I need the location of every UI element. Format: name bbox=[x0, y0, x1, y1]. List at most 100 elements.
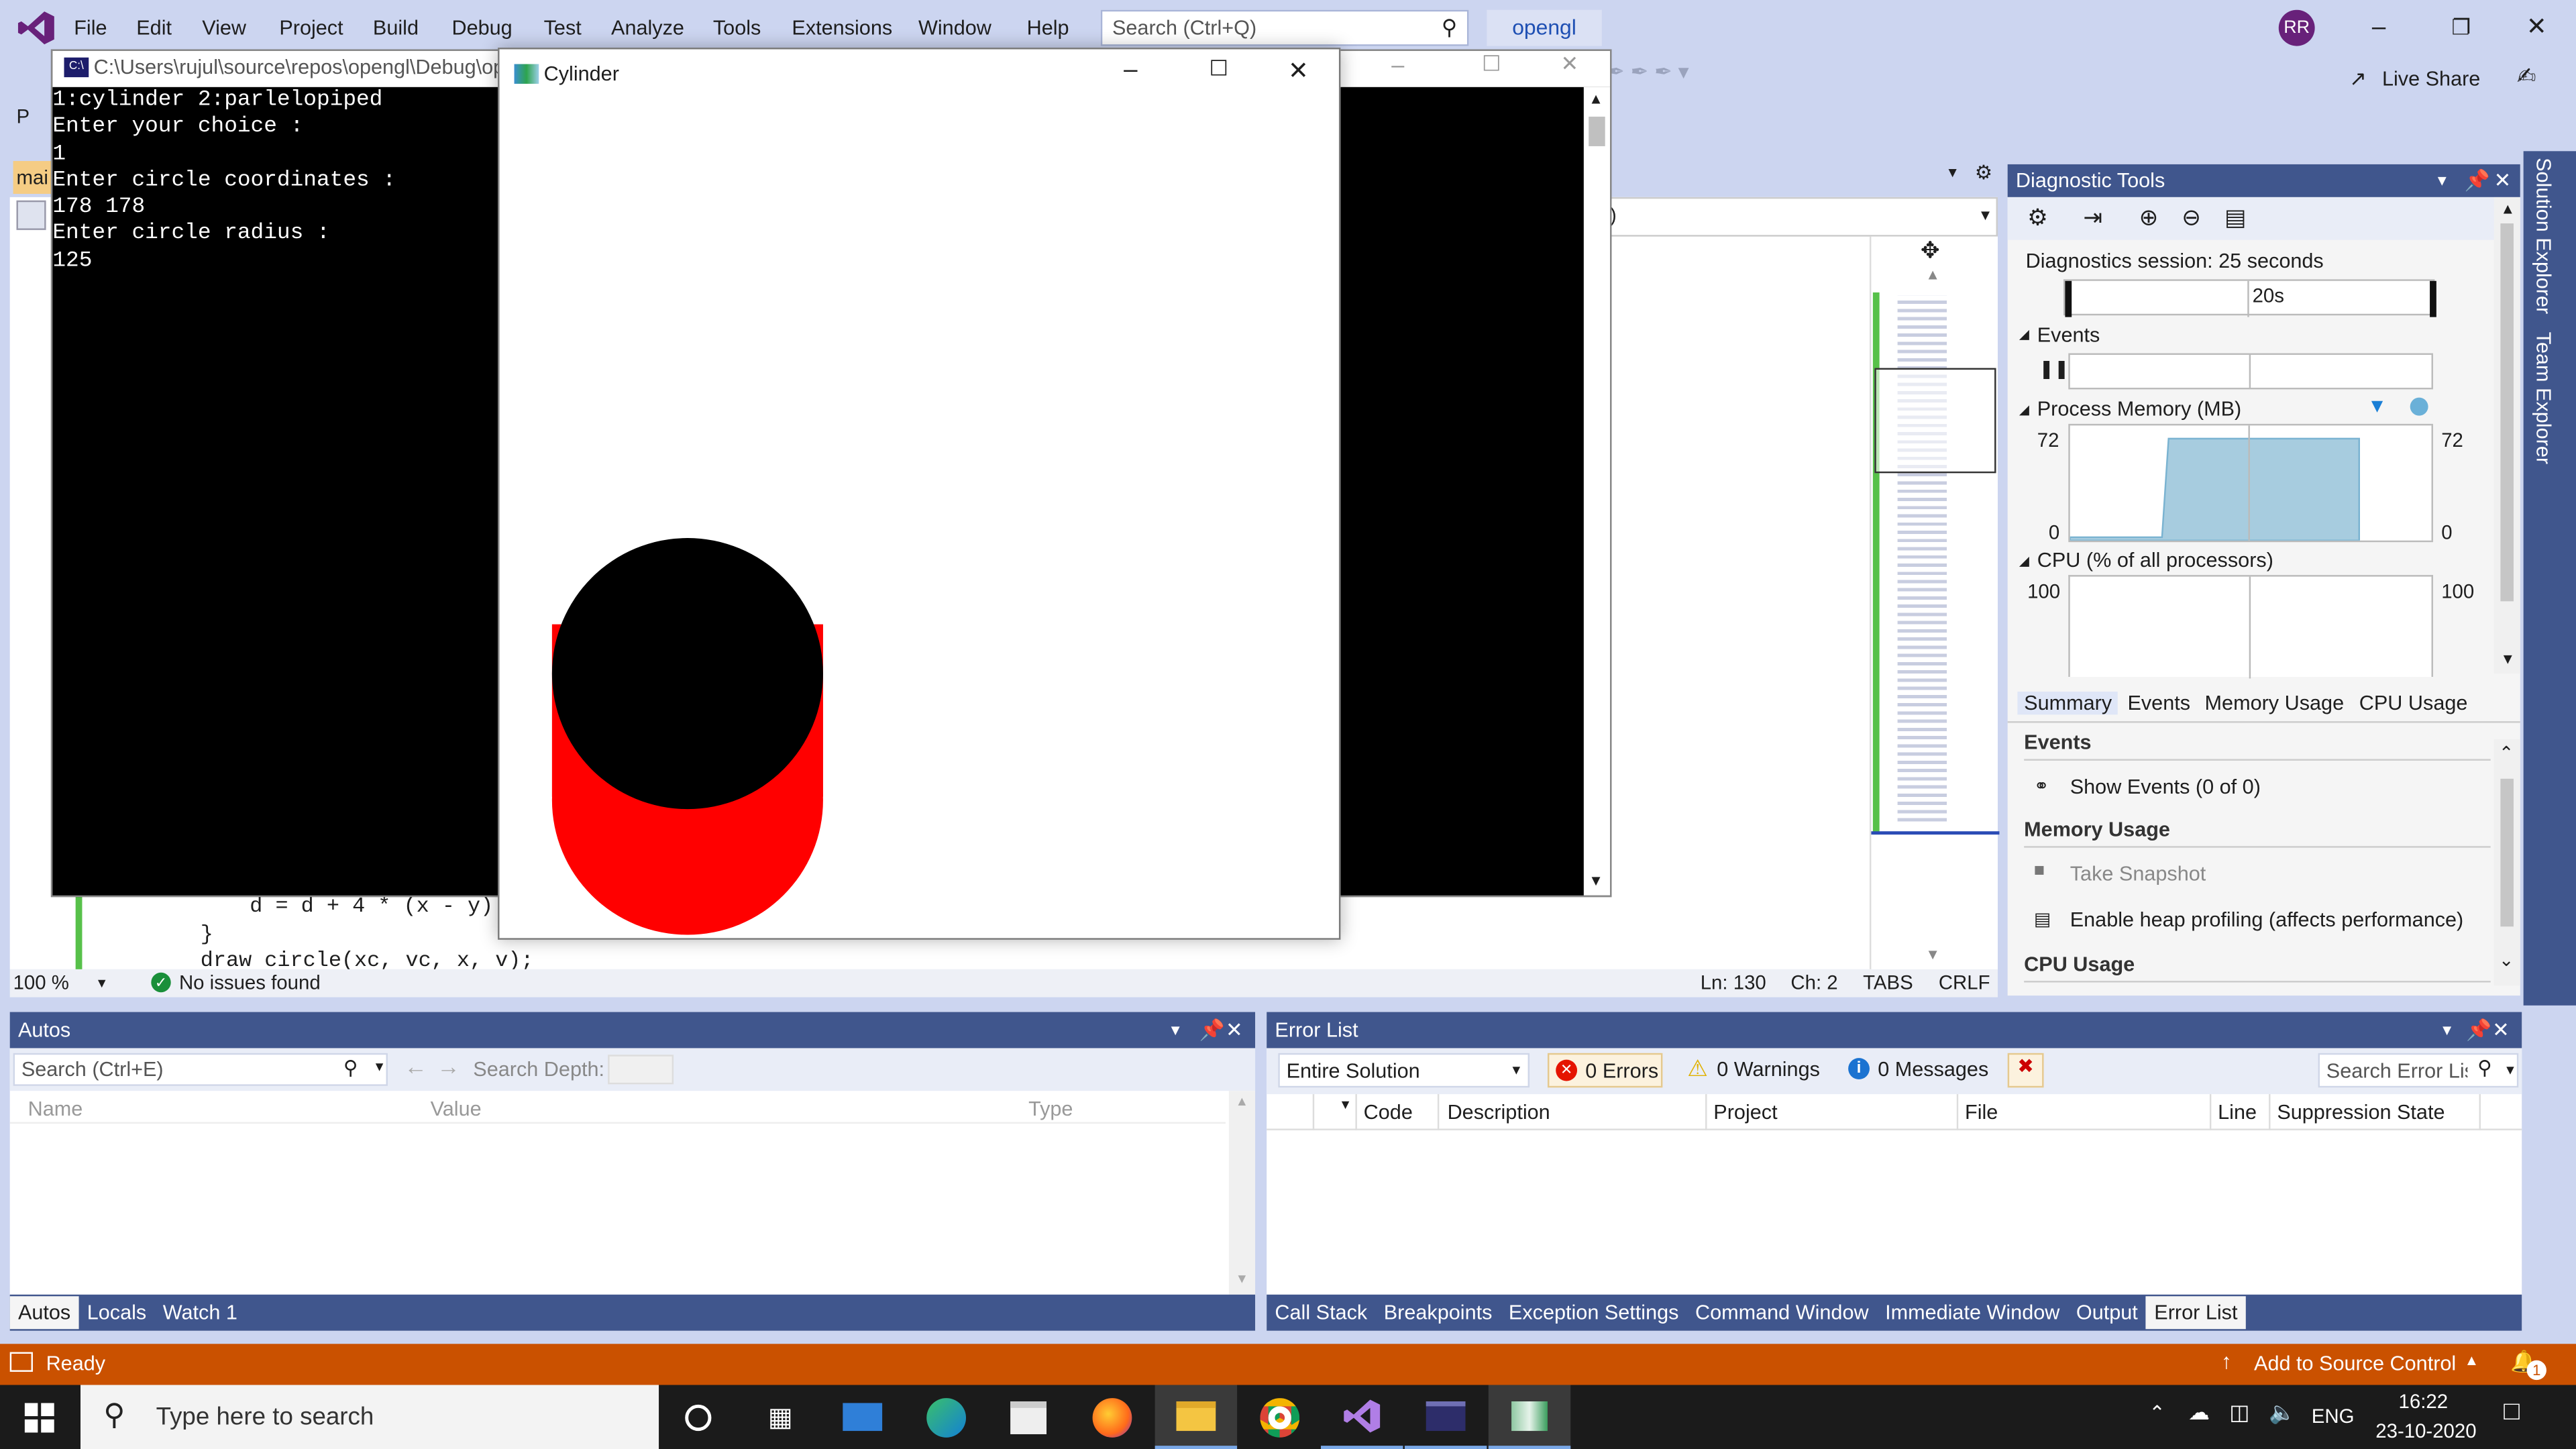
autos-search-input[interactable]: Search (Ctrl+E) bbox=[21, 1058, 164, 1081]
down-arrow-icon[interactable]: ⌄ bbox=[2499, 950, 2514, 971]
tab-call-stack[interactable]: Call Stack bbox=[1267, 1296, 1375, 1329]
zoom-out-icon[interactable]: ⊖ bbox=[2182, 204, 2201, 232]
line-number[interactable]: Ln: 130 bbox=[1701, 969, 1766, 998]
minimap-up-icon[interactable]: ▲ bbox=[1925, 266, 1940, 282]
col-code[interactable]: Code bbox=[1364, 1101, 1413, 1124]
col-project[interactable]: Project bbox=[1713, 1101, 1777, 1124]
column-number[interactable]: Ch: 2 bbox=[1790, 969, 1837, 998]
down-arrow-icon[interactable]: ▼ bbox=[2500, 651, 2515, 667]
autos-col-value[interactable]: Value bbox=[431, 1097, 482, 1120]
action-center-icon[interactable]: □ bbox=[2504, 1398, 2520, 1428]
add-source-control[interactable]: Add to Source Control bbox=[2254, 1352, 2456, 1375]
pin-icon[interactable]: 📌 bbox=[2464, 164, 2489, 197]
col-suppression[interactable]: Suppression State bbox=[2277, 1101, 2445, 1124]
panel-dropdown-icon[interactable]: ▼ bbox=[2440, 1012, 2455, 1049]
scroll-up-icon[interactable]: ▲ bbox=[1589, 91, 1603, 107]
taskbar-search-input[interactable]: Type here to search bbox=[156, 1403, 374, 1431]
close-button[interactable]: ✕ bbox=[2507, 3, 2566, 52]
menu-item-test[interactable]: Test bbox=[544, 16, 582, 39]
menu-item-edit[interactable]: Edit bbox=[136, 16, 172, 39]
line-ending[interactable]: CRLF bbox=[1939, 969, 1990, 998]
pause-icon[interactable]: ❚❚ bbox=[2039, 358, 2069, 379]
up-arrow-icon[interactable]: ⌃ bbox=[2499, 743, 2514, 763]
errors-filter-button[interactable]: ✕ 0 Errors bbox=[1547, 1053, 1663, 1088]
up-arrow-icon[interactable]: ▲ bbox=[1236, 1094, 1248, 1109]
messages-filter-button[interactable]: i 0 Messages bbox=[1841, 1053, 1999, 1087]
issues-status[interactable]: No issues found bbox=[179, 969, 321, 998]
autos-col-name[interactable]: Name bbox=[28, 1097, 83, 1120]
col-line[interactable]: Line bbox=[2218, 1101, 2257, 1124]
cylinder-close-button[interactable]: ✕ bbox=[1288, 56, 1309, 86]
col-file[interactable]: File bbox=[1965, 1101, 1998, 1124]
sort-icon[interactable]: ▼ bbox=[1339, 1097, 1352, 1112]
search-input[interactable]: Search (Ctrl+Q) bbox=[1112, 16, 1256, 39]
pin-icon[interactable]: 📌 bbox=[1199, 1012, 1225, 1049]
taskbar-search[interactable]: ⚲ Type here to search bbox=[80, 1385, 659, 1449]
avatar[interactable]: RR bbox=[2278, 9, 2315, 46]
up-arrow-icon[interactable]: ▲ bbox=[2500, 201, 2515, 217]
scroll-thumb[interactable] bbox=[2500, 223, 2514, 602]
language-indicator[interactable]: ENG bbox=[2312, 1405, 2355, 1428]
show-events-link[interactable]: Show Events (0 of 0) bbox=[2070, 775, 2261, 798]
cortana-icon[interactable] bbox=[657, 1385, 739, 1449]
menu-item-extensions[interactable]: Extensions bbox=[792, 16, 892, 39]
errors-search-input[interactable]: Search Error Lis bbox=[2326, 1060, 2468, 1083]
mail-icon[interactable] bbox=[822, 1385, 904, 1449]
editor-tab[interactable]: mai bbox=[13, 161, 53, 194]
warnings-filter-button[interactable]: ⚠ 0 Warnings bbox=[1680, 1053, 1828, 1087]
clock-time[interactable]: 16:22 bbox=[2399, 1390, 2449, 1413]
menu-item-build[interactable]: Build bbox=[373, 16, 419, 39]
scroll-thumb[interactable] bbox=[2500, 778, 2514, 927]
side-tab-solution-explorer[interactable]: Solution Explorer bbox=[2532, 158, 2555, 314]
tab-output[interactable]: Output bbox=[2068, 1296, 2146, 1329]
cylinder-minimize-button[interactable]: – bbox=[1124, 56, 1137, 84]
panel-close-icon[interactable]: ✕ bbox=[2492, 1012, 2510, 1049]
menu-item-file[interactable]: File bbox=[74, 16, 107, 39]
diag-tab-events[interactable]: Events bbox=[2127, 692, 2190, 714]
editor-settings-icon[interactable]: ⚙ bbox=[1975, 161, 1992, 184]
minimap-viewport[interactable] bbox=[1874, 368, 1996, 474]
file-explorer-icon[interactable] bbox=[1155, 1385, 1238, 1449]
menu-item-debug[interactable]: Debug bbox=[451, 16, 512, 39]
minimap[interactable]: ✥ ▲ ▼ bbox=[1869, 236, 2000, 969]
tab-immediate-window[interactable]: Immediate Window bbox=[1877, 1296, 2068, 1329]
console-close-button[interactable]: ✕ bbox=[1561, 51, 1579, 77]
zoom-level[interactable]: 100 % bbox=[13, 969, 69, 998]
network-icon[interactable]: ☁ bbox=[2188, 1400, 2210, 1426]
export-icon[interactable]: ⇥ bbox=[2083, 204, 2102, 232]
timeline-ruler[interactable]: 20s bbox=[2063, 279, 2436, 317]
vs-logo-icon[interactable] bbox=[16, 10, 56, 46]
minimap-down-icon[interactable]: ▼ bbox=[1925, 947, 1940, 963]
cylinder-maximize-button[interactable]: ☐ bbox=[1209, 56, 1228, 82]
dropdown-icon[interactable]: ▼ bbox=[2504, 1063, 2516, 1078]
battery-icon[interactable]: ◫ bbox=[2229, 1400, 2249, 1426]
build-filter-icon[interactable]: ✖ bbox=[2007, 1053, 2044, 1088]
visual-studio-icon[interactable] bbox=[1320, 1385, 1403, 1449]
settings-icon[interactable]: ⚙ bbox=[2027, 204, 2048, 232]
menu-item-window[interactable]: Window bbox=[918, 16, 991, 39]
start-button[interactable] bbox=[0, 1385, 79, 1449]
restore-button[interactable]: ❐ bbox=[2432, 3, 2491, 52]
diag-tab-cpu-usage[interactable]: CPU Usage bbox=[2359, 692, 2468, 714]
errors-search-box[interactable]: Search Error Lis ⚲ ▼ bbox=[2318, 1053, 2519, 1088]
menu-item-tools[interactable]: Tools bbox=[713, 16, 761, 39]
memory-collapse-icon[interactable]: ◢ bbox=[2019, 402, 2029, 417]
edge-icon[interactable] bbox=[905, 1385, 987, 1449]
pin-icon[interactable]: 📌 bbox=[2466, 1012, 2491, 1049]
diag-scrollbar-top[interactable]: ▲ ▼ bbox=[2493, 197, 2520, 674]
console-taskbar-icon[interactable] bbox=[1404, 1385, 1487, 1449]
chrome-icon[interactable] bbox=[1239, 1385, 1321, 1449]
task-view-icon[interactable]: ▦ bbox=[739, 1385, 821, 1449]
zoom-in-icon[interactable]: ⊕ bbox=[2139, 204, 2159, 232]
cpu-collapse-icon[interactable]: ◢ bbox=[2019, 553, 2029, 568]
autos-col-type[interactable]: Type bbox=[1028, 1097, 1073, 1120]
tab-command-window[interactable]: Command Window bbox=[1687, 1296, 1877, 1329]
autos-scrollbar[interactable]: ▲ ▼ bbox=[1228, 1091, 1256, 1295]
back-arrow-icon[interactable]: ← bbox=[404, 1053, 427, 1079]
take-snapshot-button[interactable]: Take Snapshot bbox=[2070, 863, 2206, 885]
events-collapse-icon[interactable]: ◢ bbox=[2019, 327, 2029, 341]
panel-close-icon[interactable]: ✕ bbox=[1226, 1012, 1243, 1049]
console-minimize-button[interactable]: – bbox=[1391, 51, 1404, 77]
cylinder-window[interactable]: Cylinder – ☐ ✕ bbox=[498, 48, 1341, 940]
diag-tab-memory-usage[interactable]: Memory Usage bbox=[2205, 692, 2345, 714]
